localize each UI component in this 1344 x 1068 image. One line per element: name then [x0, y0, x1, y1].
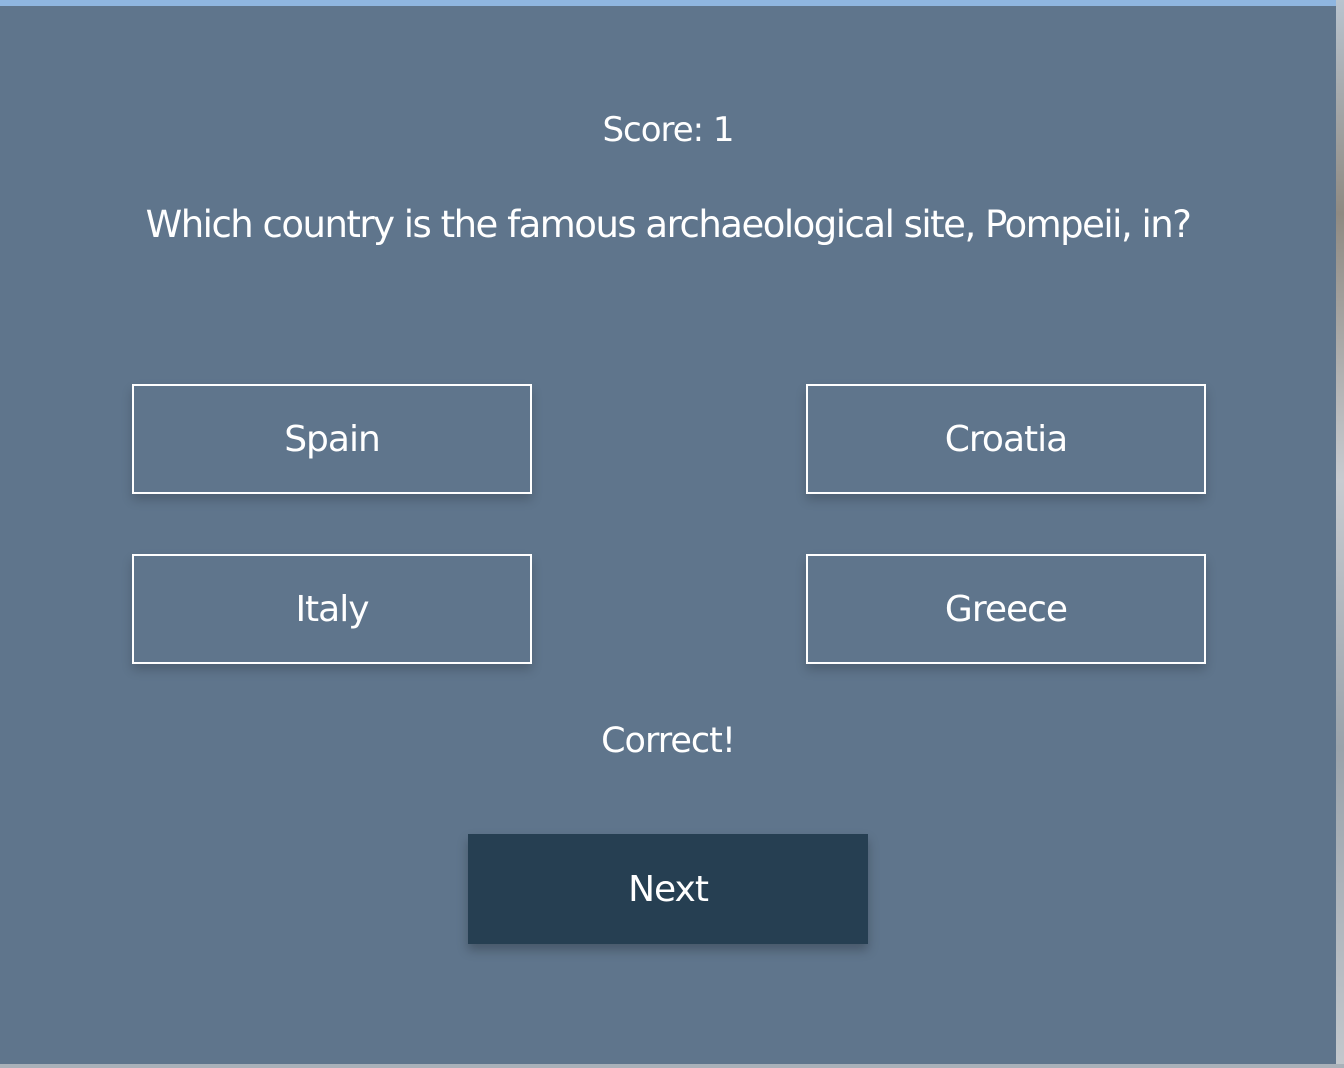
answer-button-greece[interactable]: Greece [806, 554, 1206, 664]
answer-feedback: Correct! [601, 721, 736, 761]
score-display: Score: 1 [602, 110, 734, 150]
quiz-panel: Score: 1 Which country is the famous arc… [0, 6, 1336, 1064]
background-right-edge [1336, 0, 1344, 1068]
background-bottom-edge [0, 1064, 1344, 1068]
answer-button-spain[interactable]: Spain [132, 384, 532, 494]
next-button[interactable]: Next [468, 834, 868, 944]
answer-button-croatia[interactable]: Croatia [806, 384, 1206, 494]
question-text: Which country is the famous archaeologic… [145, 203, 1192, 246]
answer-button-italy[interactable]: Italy [132, 554, 532, 664]
